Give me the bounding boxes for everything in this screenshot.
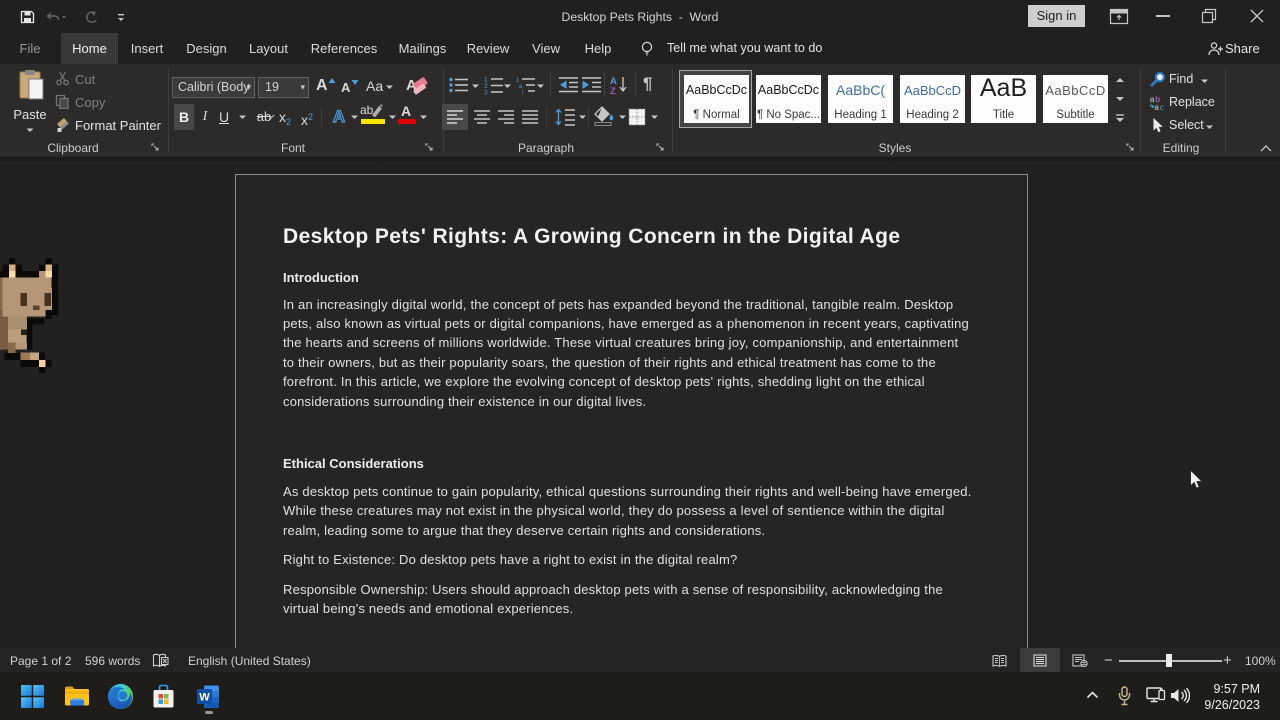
svg-text:a: a bbox=[1154, 103, 1159, 112]
svg-text:3: 3 bbox=[484, 90, 488, 97]
svg-text:i: i bbox=[522, 90, 523, 94]
svg-text:c: c bbox=[1160, 103, 1164, 112]
svg-text:Z: Z bbox=[610, 86, 616, 95]
svg-text:W: W bbox=[199, 692, 210, 704]
